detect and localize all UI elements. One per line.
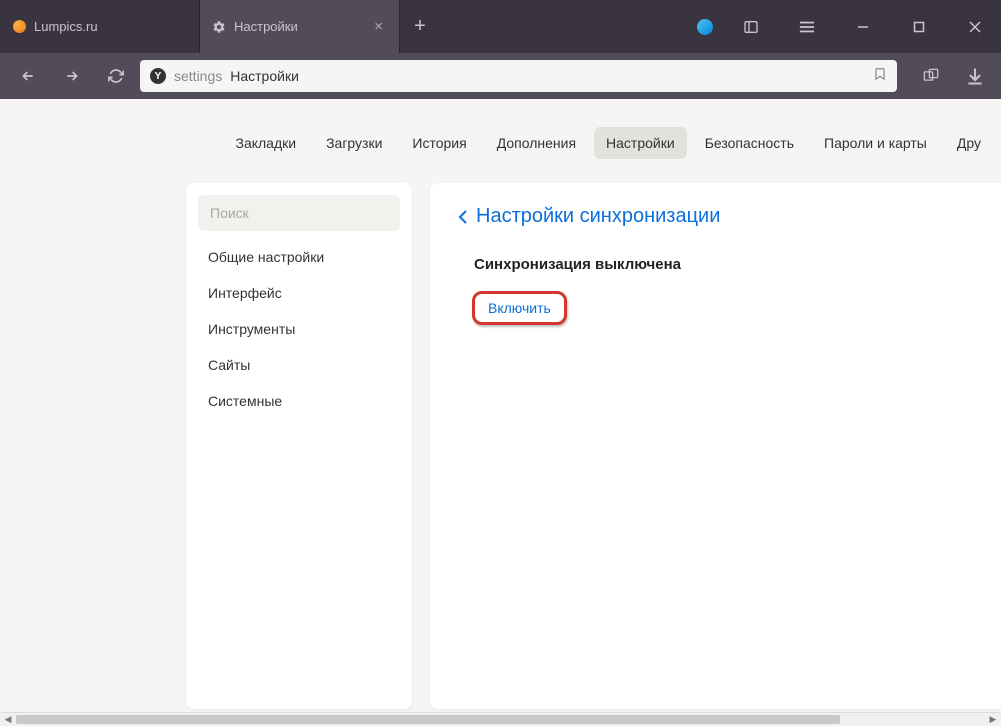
scroll-left-icon[interactable]: ◀ bbox=[0, 713, 16, 726]
search-input[interactable]: Поиск bbox=[198, 195, 400, 231]
sidebar-item-interface[interactable]: Интерфейс bbox=[186, 275, 412, 311]
nav-bookmarks[interactable]: Закладки bbox=[223, 127, 308, 159]
sidebar-item-general[interactable]: Общие настройки bbox=[186, 239, 412, 275]
nav-other[interactable]: Дру bbox=[945, 127, 993, 159]
chevron-left-icon bbox=[458, 209, 468, 225]
new-tab-button[interactable]: + bbox=[400, 0, 440, 53]
menu-icon[interactable] bbox=[789, 0, 825, 53]
favicon-lumpics bbox=[12, 20, 26, 34]
nav-downloads[interactable]: Загрузки bbox=[314, 127, 394, 159]
scroll-thumb[interactable] bbox=[16, 715, 840, 724]
titlebar-controls bbox=[697, 0, 1001, 53]
sidebar-item-tools[interactable]: Инструменты bbox=[186, 311, 412, 347]
nav-history[interactable]: История bbox=[400, 127, 478, 159]
settings-sidebar: Поиск Общие настройки Интерфейс Инструме… bbox=[186, 183, 412, 709]
nav-passwords[interactable]: Пароли и карты bbox=[812, 127, 939, 159]
close-icon[interactable]: × bbox=[370, 18, 387, 35]
nav-addons[interactable]: Дополнения bbox=[485, 127, 588, 159]
account-icon[interactable] bbox=[697, 19, 713, 35]
address-input[interactable]: Y settings Настройки bbox=[140, 60, 897, 92]
horizontal-scrollbar[interactable]: ◀ ▶ bbox=[0, 712, 1001, 726]
sidebar-item-sites[interactable]: Сайты bbox=[186, 347, 412, 383]
enable-sync-button[interactable]: Включить bbox=[472, 291, 567, 325]
nav-settings[interactable]: Настройки bbox=[594, 127, 687, 159]
titlebar: Lumpics.ru Настройки × + bbox=[0, 0, 1001, 53]
address-bar: Y settings Настройки bbox=[0, 53, 1001, 99]
close-button[interactable] bbox=[957, 0, 993, 53]
sync-status-title: Синхронизация выключена bbox=[474, 256, 973, 273]
back-button[interactable] bbox=[8, 58, 48, 94]
breadcrumb-back[interactable]: Настройки синхронизации bbox=[458, 205, 973, 228]
page-content: Закладки Загрузки История Дополнения Нас… bbox=[0, 99, 1001, 712]
tab-title: Lumpics.ru bbox=[34, 19, 98, 34]
top-nav: Закладки Загрузки История Дополнения Нас… bbox=[0, 99, 1001, 183]
tab-title: Настройки bbox=[234, 19, 298, 34]
address-path: Настройки bbox=[230, 68, 299, 84]
site-icon: Y bbox=[150, 68, 166, 84]
extensions-icon[interactable] bbox=[913, 58, 949, 94]
forward-button[interactable] bbox=[52, 58, 92, 94]
breadcrumb-label: Настройки синхронизации bbox=[476, 205, 720, 228]
maximize-button[interactable] bbox=[901, 0, 937, 53]
downloads-icon[interactable] bbox=[957, 58, 993, 94]
reload-button[interactable] bbox=[96, 58, 136, 94]
sidebar-toggle-icon[interactable] bbox=[733, 0, 769, 53]
sidebar-item-system[interactable]: Системные bbox=[186, 383, 412, 419]
gear-icon bbox=[212, 20, 226, 34]
scroll-right-icon[interactable]: ▶ bbox=[985, 713, 1001, 726]
address-scheme: settings bbox=[174, 68, 222, 84]
tab-settings[interactable]: Настройки × bbox=[200, 0, 400, 53]
settings-panel: Настройки синхронизации Синхронизация вы… bbox=[430, 183, 1001, 709]
nav-security[interactable]: Безопасность bbox=[693, 127, 806, 159]
minimize-button[interactable] bbox=[845, 0, 881, 53]
tab-lumpics[interactable]: Lumpics.ru bbox=[0, 0, 200, 53]
bookmark-icon[interactable] bbox=[873, 66, 887, 87]
